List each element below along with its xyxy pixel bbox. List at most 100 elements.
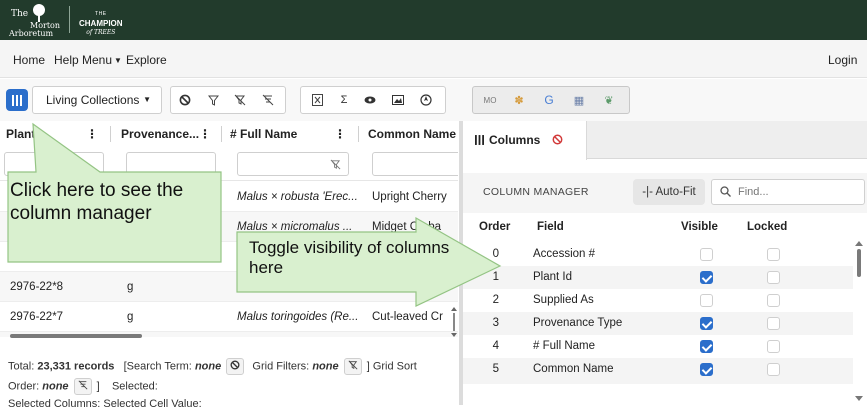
- visible-checkbox[interactable]: [700, 294, 713, 307]
- column-menu-icon[interactable]: ⋮: [334, 121, 346, 147]
- scroll-thumb[interactable]: [10, 334, 142, 338]
- clear-search-button[interactable]: [226, 358, 245, 375]
- morton-arboretum-logo[interactable]: The Morton Arboretum: [8, 3, 64, 38]
- filter-button[interactable]: [202, 89, 224, 111]
- column-row[interactable]: 2 Supplied As: [463, 289, 853, 312]
- header-common-name[interactable]: Common Name: [368, 121, 458, 147]
- image-button[interactable]: [387, 89, 409, 111]
- table-row[interactable]: 2976-22*7 g Malus toringoides (Re... Cut…: [0, 302, 458, 332]
- header-plant-id[interactable]: Plant ⋮: [6, 121, 108, 147]
- find-column-box: [711, 179, 865, 205]
- cell-provenance: g: [127, 281, 134, 293]
- status-line-3: Selected Columns: Selected Cell Value:: [8, 398, 202, 410]
- sort-clear-button[interactable]: [257, 89, 279, 111]
- column-field: Provenance Type: [533, 317, 623, 329]
- sigma-icon: Σ: [340, 94, 348, 106]
- column-order: 1: [492, 271, 499, 283]
- locked-checkbox[interactable]: [767, 248, 780, 261]
- auto-fit-icon: -|-: [642, 186, 653, 198]
- column-row[interactable]: 0 Accession #: [463, 243, 853, 266]
- no-symbol-icon: [552, 134, 563, 145]
- locked-checkbox[interactable]: [767, 294, 780, 307]
- collection-select[interactable]: Living Collections ▼: [32, 86, 162, 114]
- column-row[interactable]: 1 Plant Id: [463, 266, 853, 289]
- column-separator[interactable]: [221, 126, 222, 142]
- champion-the: THE: [95, 11, 107, 17]
- gbif-link-button[interactable]: ✽: [508, 89, 530, 111]
- column-field: Supplied As: [533, 294, 594, 306]
- excel-icon: [311, 94, 323, 106]
- export-excel-button[interactable]: [306, 89, 328, 111]
- grid-horizontal-scrollbar[interactable]: [4, 332, 454, 340]
- cell-plant-id: 2976-22*8: [10, 281, 64, 293]
- header-visible[interactable]: Visible: [681, 221, 718, 241]
- column-list-scrollbar[interactable]: [855, 241, 863, 401]
- header-provenance[interactable]: Provenance... ⋮: [121, 121, 221, 147]
- map-button[interactable]: [415, 89, 437, 111]
- auto-fit-button[interactable]: -|- Auto-Fit: [633, 179, 705, 205]
- column-field: # Full Name: [533, 340, 595, 352]
- order-label: Order:: [8, 380, 40, 393]
- cell-full-name: Malus toringoides (Re...: [237, 311, 359, 323]
- header-full-name[interactable]: # Full Name ⋮: [230, 121, 356, 147]
- nav-help-menu-label: Help Menu: [54, 53, 113, 67]
- view-button[interactable]: [359, 89, 381, 111]
- header-order[interactable]: Order: [479, 221, 510, 241]
- nav-help-menu[interactable]: Help Menu ▼: [54, 53, 122, 67]
- locked-checkbox[interactable]: [767, 340, 780, 353]
- scroll-arrow-icon: [855, 396, 863, 401]
- tropicos-link-button[interactable]: ▦: [568, 89, 590, 111]
- clear-search-button[interactable]: [174, 89, 196, 111]
- column-menu-icon[interactable]: ⋮: [86, 121, 98, 147]
- header-provenance-label: Provenance...: [121, 127, 200, 141]
- column-row[interactable]: 5 Common Name: [463, 358, 853, 384]
- provenance-filter[interactable]: [126, 152, 216, 176]
- champion-of-trees-logo[interactable]: THE CHAMPION of TREES: [79, 10, 123, 37]
- clear-filters-button[interactable]: [343, 358, 362, 375]
- visible-checkbox[interactable]: [700, 271, 713, 284]
- caret-down-icon: ▼: [143, 95, 151, 104]
- cell-full-name: Malus × robusta 'Erec...: [237, 191, 358, 203]
- locked-checkbox[interactable]: [767, 363, 780, 376]
- locked-checkbox[interactable]: [767, 317, 780, 330]
- visible-checkbox[interactable]: [700, 317, 713, 330]
- summary-button[interactable]: Σ: [333, 89, 355, 111]
- full-name-filter[interactable]: [237, 152, 349, 176]
- column-row[interactable]: 4 # Full Name: [463, 335, 853, 358]
- common-name-filter[interactable]: [372, 152, 458, 176]
- header-field[interactable]: Field: [537, 221, 564, 241]
- column-separator[interactable]: [110, 126, 111, 142]
- header-locked[interactable]: Locked: [747, 221, 787, 241]
- grid-sort-label: ] Grid Sort: [366, 360, 417, 373]
- header-full-name-label: # Full Name: [230, 127, 298, 141]
- google-link-button[interactable]: G: [538, 89, 560, 111]
- column-order: 0: [492, 248, 499, 260]
- find-column-input[interactable]: [736, 184, 856, 200]
- clear-sort-button[interactable]: [73, 378, 92, 395]
- collection-grid: Plant ⋮ Provenance... ⋮ # Full Name ⋮ Commo…: [0, 121, 458, 337]
- plant-db-link-button[interactable]: ❦: [598, 89, 620, 111]
- mo-link-button[interactable]: MO: [479, 89, 501, 111]
- order-value: none: [42, 380, 69, 393]
- close-tab-icon[interactable]: [548, 133, 563, 147]
- visible-checkbox[interactable]: [700, 340, 713, 353]
- gbif-icon: ✽: [514, 94, 524, 107]
- column-menu-icon[interactable]: ⋮: [199, 121, 211, 147]
- column-manager-button[interactable]: [6, 89, 28, 111]
- visible-checkbox[interactable]: [700, 248, 713, 261]
- nav-explore[interactable]: Explore: [126, 53, 167, 67]
- scroll-thumb[interactable]: [857, 249, 861, 277]
- locked-checkbox[interactable]: [767, 271, 780, 284]
- filter-clear-button[interactable]: [229, 89, 251, 111]
- nav-home[interactable]: Home: [13, 53, 45, 67]
- plant-id-filter[interactable]: [4, 152, 104, 176]
- cell-plant-id: 2976-22*7: [10, 311, 64, 323]
- no-symbol-icon: [230, 360, 240, 370]
- column-separator[interactable]: [358, 126, 359, 142]
- column-row[interactable]: 3 Provenance Type: [463, 312, 853, 335]
- nav-login[interactable]: Login: [828, 53, 857, 67]
- visible-checkbox[interactable]: [700, 363, 713, 376]
- tab-columns[interactable]: Columns: [463, 121, 587, 160]
- plant-icon: ❦: [604, 94, 614, 107]
- champion-of-trees: of TREES: [86, 29, 116, 36]
